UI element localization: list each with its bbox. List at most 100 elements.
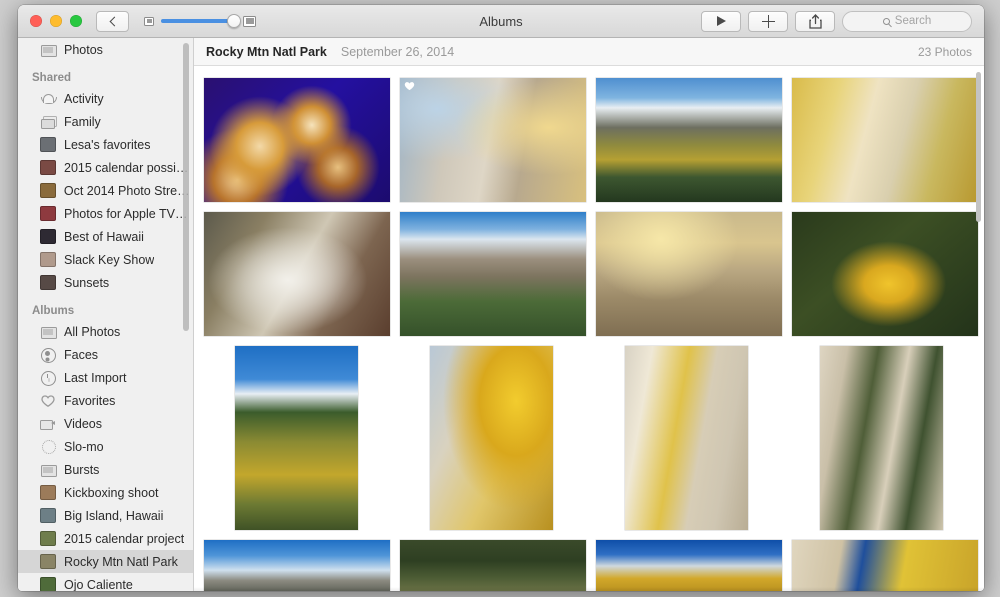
photo-cell [400,212,586,336]
album-thumbnail-icon [40,160,56,175]
slider-track[interactable] [161,14,241,28]
photo-thumbnail-blue-sky-rocky-peak[interactable] [204,540,390,591]
album-date: September 26, 2014 [340,44,455,59]
sidebar-item-favorites[interactable]: Favorites [18,389,193,412]
sidebar-item-faces[interactable]: Faces [18,343,193,366]
photo-thumbnail-aspen-trail-path[interactable] [596,212,782,336]
photo-thumbnail-aspen-trunks-yellow-leaves[interactable] [625,346,748,530]
sidebar-item-label: Last Import [64,370,127,385]
photos-rect-icon [40,42,57,58]
sidebar-item-slack-key-show[interactable]: Slack Key Show [18,248,193,271]
sidebar-item-label: 2015 calendar project [64,531,185,546]
sidebar-item-label: Rocky Mtn Natl Park [64,554,178,569]
share-button[interactable] [795,10,835,32]
sidebar-item-label: Family [64,114,101,129]
close-button[interactable] [30,15,42,27]
photo-thumbnail-aspen-trunk-yellow-leaves[interactable] [792,540,978,591]
photos-app-window: Albums Search Photos Shared Activity Fam… [18,5,984,591]
album-thumbnail-icon [40,137,56,152]
clock-icon [40,370,56,386]
sidebar-item-family[interactable]: Family [18,110,193,133]
window-body: Photos Shared Activity Family Lesa's favorit… [18,38,984,591]
photo-thumbnail-aspen-grove-yellow[interactable] [792,78,978,202]
traffic-lights [30,15,82,27]
search-placeholder: Search [894,15,932,27]
minimize-button[interactable] [50,15,62,27]
photo-thumbnail-rushing-stream-long-exposure[interactable] [204,212,390,336]
photo-thumbnail-hillside-clouds-aspens[interactable] [235,346,358,530]
slider-knob[interactable] [227,14,241,28]
sidebar-item-big-island-hawaii[interactable]: Big Island, Hawaii [18,504,193,527]
toolbar-right: Search [701,10,972,32]
sidebar-item-label: Slo-mo [64,439,104,454]
photo-thumbnail-golden-hillside-blue-sky[interactable] [596,540,782,591]
photo-cell [792,78,978,202]
album-thumbnail-icon [40,183,56,198]
photo-thumbnail-aspen-bark-closeup[interactable] [400,78,586,202]
sidebar-item-all-photos[interactable]: All Photos [18,320,193,343]
photo-cell [400,540,586,591]
photo-row [194,540,984,591]
back-button[interactable] [96,10,129,32]
sidebar-item-label: Lesa's favorites [64,137,151,152]
sidebar-item-last-import[interactable]: Last Import [18,366,193,389]
sidebar-item-label: Sunsets [64,275,110,290]
album-thumbnail-icon [40,508,56,523]
favorite-heart-icon [404,82,415,91]
sidebar-item-photos[interactable]: Photos [18,38,193,61]
sidebar-list: Photos Shared Activity Family Lesa's favorit… [18,38,193,591]
photo-thumbnail-aspen-leaves-on-blue[interactable] [204,78,390,202]
photo-thumbnail-three-aspen-trunks[interactable] [820,346,943,530]
sidebar-item-label: Faces [64,347,99,362]
photo-grid-scrollbar[interactable] [976,72,981,222]
sidebar-item-videos[interactable]: Videos [18,412,193,435]
sidebar-item-label: Ojo Caliente [64,577,133,592]
slideshow-button[interactable] [701,10,741,32]
album-thumbnail-icon [40,531,56,546]
sidebar-item-slo-mo[interactable]: Slo-mo [18,435,193,458]
photos-rect-icon [40,324,57,340]
photo-grid [194,78,984,591]
photo-cell [594,346,779,530]
slomo-icon [40,439,56,455]
sidebar-item-best-of-hawaii[interactable]: Best of Hawaii [18,225,193,248]
sidebar-item-2015-calendar-project[interactable]: 2015 calendar project [18,527,193,550]
search-input[interactable]: Search [842,10,972,32]
sidebar-item-ojo-caliente[interactable]: Ojo Caliente [18,573,193,591]
sidebar-item-2015-calendar-possi[interactable]: 2015 calendar possi… [18,156,193,179]
photo-cell [204,540,390,591]
sidebar-item-oct-2014-photo-stream[interactable]: Oct 2014 Photo Stream [18,179,193,202]
album-thumbnail-icon [40,485,56,500]
sidebar-item-lesa-s-favorites[interactable]: Lesa's favorites [18,133,193,156]
sidebar-item-photos-for-apple-tv[interactable]: Photos for Apple TV… [18,202,193,225]
sidebar-item-rocky-mtn-natl-park[interactable]: Rocky Mtn Natl Park [18,550,193,573]
photo-thumbnail-rocky-cliffs-meadow[interactable] [400,212,586,336]
play-icon [716,16,726,26]
sidebar-item-label: Favorites [64,393,116,408]
thumbnail-size-slider[interactable] [144,14,256,28]
search-icon [882,17,890,25]
chevron-left-icon [109,16,119,26]
sidebar-item-sunsets[interactable]: Sunsets [18,271,193,294]
photo-thumbnail-mountain-ridge-autumn[interactable] [596,78,782,202]
photo-thumbnail-forested-valley[interactable] [400,540,586,591]
photo-thumbnail-yellow-tree-in-pines[interactable] [792,212,978,336]
shared-album-icon [40,114,57,130]
sidebar-item-label: 2015 calendar possi… [64,160,189,175]
sidebar: Photos Shared Activity Family Lesa's favorit… [18,38,194,591]
sidebar-item-kickboxing-shoot[interactable]: Kickboxing shoot [18,481,193,504]
album-header: Rocky Mtn Natl Park September 26, 2014 2… [194,38,984,66]
burst-icon [40,462,57,478]
photo-cell [399,346,584,530]
photo-thumbnail-aspen-trunks-golden-canopy[interactable] [430,346,553,530]
sidebar-item-label: Kickboxing shoot [64,485,159,500]
photo-cell [204,346,389,530]
heart-icon [40,393,56,409]
sidebar-item-bursts[interactable]: Bursts [18,458,193,481]
zoom-button[interactable] [70,15,82,27]
sidebar-scrollbar[interactable] [183,43,189,331]
sidebar-item-activity[interactable]: Activity [18,87,193,110]
desktop-background: Albums Search Photos Shared Activity Fam… [0,0,1000,597]
add-button[interactable] [748,10,788,32]
sidebar-item-label: All Photos [64,324,121,339]
